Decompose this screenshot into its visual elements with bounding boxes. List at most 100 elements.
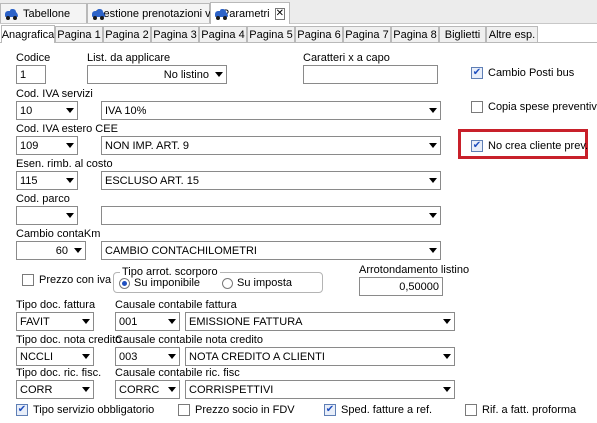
check-icon[interactable]: ✔	[471, 67, 483, 79]
cod-iva-servizi-desc-select[interactable]: IVA 10%	[101, 101, 441, 120]
causale-fattura-desc-select[interactable]: EMISSIONE FATTURA	[185, 312, 455, 331]
doc-tab-label: Parametri	[221, 7, 270, 20]
codice-field[interactable]: 1	[16, 65, 46, 84]
cambio-km-desc: CAMBIO CONTACHILOMETRI	[105, 244, 257, 257]
doc-tab-label: Tabellone	[23, 7, 71, 20]
chevron-down-icon[interactable]	[79, 313, 93, 330]
tipo-doc-nota-select[interactable]: NCCLI	[16, 347, 94, 366]
chevron-down-icon[interactable]	[426, 172, 440, 189]
checkbox-box[interactable]	[465, 404, 477, 416]
tab-pagina-4[interactable]: Pagina 4	[199, 26, 247, 42]
arrot-listino-field[interactable]: 0,50000	[359, 277, 443, 296]
chevron-down-icon[interactable]	[440, 381, 454, 398]
causale-fattura-code-select[interactable]: 001	[115, 312, 180, 331]
tab-pagina-6[interactable]: Pagina 6	[295, 26, 343, 42]
radio-su-imposta[interactable]: Su imposta	[222, 277, 292, 289]
cod-iva-estero-desc: NON IMP. ART. 9	[105, 139, 189, 152]
tab-altre-esp[interactable]: Altre esp.	[486, 26, 538, 42]
cod-iva-estero-code-select[interactable]: 109	[16, 136, 78, 155]
codice-value: 1	[20, 68, 27, 81]
tab-pagina-1[interactable]: Pagina 1	[55, 26, 103, 42]
causale-ric-desc-select[interactable]: CORRISPETTIVI	[185, 380, 455, 399]
chevron-down-icon[interactable]	[212, 66, 226, 83]
causale-fattura-desc: EMISSIONE FATTURA	[189, 315, 303, 328]
doc-tab-parametri[interactable]: Parametri ✕	[210, 2, 290, 24]
listino-value: No listino	[163, 68, 209, 81]
esen-rimb-label: Esen. rimb. al costo	[16, 158, 113, 170]
checkbox-label: Sped. fatture a ref.	[341, 404, 433, 416]
doc-tab-tabellone[interactable]: Tabellone	[0, 3, 87, 23]
tab-anagrafica[interactable]: Anagrafica	[1, 25, 55, 43]
arrot-listino-label: Arrotondamento listino	[359, 264, 470, 276]
tab-biglietti[interactable]: Biglietti	[439, 26, 486, 42]
tab-pagina-3[interactable]: Pagina 3	[151, 26, 199, 42]
tipo-doc-fattura-value: FAVIT	[20, 315, 50, 328]
causale-nota-desc: NOTA CREDITO A CLIENTI	[189, 350, 325, 363]
cod-iva-estero-label: Cod. IVA estero CEE	[16, 123, 118, 135]
checkbox-prezzo-con-iva[interactable]: Prezzo con iva	[22, 274, 111, 286]
checkbox-cambio-posti-bus[interactable]: ✔ Cambio Posti bus	[471, 67, 574, 79]
tipo-doc-fattura-select[interactable]: FAVIT	[16, 312, 94, 331]
checkbox-box[interactable]	[471, 101, 483, 113]
cambio-km-desc-select[interactable]: CAMBIO CONTACHILOMETRI	[101, 241, 441, 260]
checkbox-tipo-servizio-obbligatorio[interactable]: ✔ Tipo servizio obbligatorio	[16, 404, 154, 416]
cod-parco-code-select[interactable]	[16, 206, 78, 225]
arrot-listino-value: 0,50000	[399, 280, 439, 293]
causale-ric-code-select[interactable]: CORRC	[115, 380, 180, 399]
cambio-km-code-select[interactable]: 60	[16, 241, 86, 260]
listino-select[interactable]: No listino	[87, 65, 227, 84]
esen-rimb-desc-select[interactable]: ESCLUSO ART. 15	[101, 171, 441, 190]
checkbox-box[interactable]	[22, 274, 34, 286]
check-icon[interactable]: ✔	[471, 140, 483, 152]
checkbox-sped-fatture-ref[interactable]: ✔ Sped. fatture a ref.	[324, 404, 432, 416]
checkbox-copia-spese-preventivi[interactable]: Copia spese preventivi	[471, 101, 597, 113]
causale-nota-code-select[interactable]: 003	[115, 347, 180, 366]
tab-pagina-8[interactable]: Pagina 8	[391, 26, 439, 42]
checkbox-prezzo-socio-fdv[interactable]: Prezzo socio in FDV	[178, 404, 295, 416]
checkbox-box[interactable]	[178, 404, 190, 416]
checkbox-label: Prezzo con iva	[39, 274, 112, 286]
radio-selected-icon[interactable]	[119, 277, 130, 289]
causale-nota-desc-select[interactable]: NOTA CREDITO A CLIENTI	[185, 347, 455, 366]
chevron-down-icon[interactable]	[63, 137, 77, 154]
radio-su-imponibile[interactable]: Su imponibile	[119, 277, 200, 289]
radio-icon[interactable]	[222, 277, 233, 289]
cod-iva-servizi-code-select[interactable]: 10	[16, 101, 78, 120]
chevron-down-icon[interactable]	[165, 313, 179, 330]
chevron-down-icon[interactable]	[71, 242, 85, 259]
doc-tab-gestione-prenotazioni[interactable]: Gestione prenotazioni varia	[87, 3, 229, 23]
chevron-down-icon[interactable]	[426, 137, 440, 154]
chevron-down-icon[interactable]	[79, 348, 93, 365]
checkbox-label: Copia spese preventivi	[488, 101, 597, 113]
chevron-down-icon[interactable]	[63, 207, 77, 224]
tipo-doc-ric-select[interactable]: CORR	[16, 380, 94, 399]
radio-label: Su imponibile	[134, 277, 201, 289]
chevron-down-icon[interactable]	[440, 348, 454, 365]
radio-label: Su imposta	[237, 277, 293, 289]
check-icon[interactable]: ✔	[16, 404, 28, 416]
esen-rimb-code-select[interactable]: 115	[16, 171, 78, 190]
chevron-down-icon[interactable]	[165, 348, 179, 365]
chevron-down-icon[interactable]	[426, 207, 440, 224]
chevron-down-icon[interactable]	[426, 102, 440, 119]
tab-pagina-2[interactable]: Pagina 2	[103, 26, 151, 42]
chevron-down-icon[interactable]	[165, 381, 179, 398]
caratteri-field[interactable]	[303, 65, 438, 84]
tipo-doc-ric-label: Tipo doc. ric. fisc.	[16, 367, 102, 379]
close-icon[interactable]: ✕	[274, 7, 285, 20]
checkbox-no-crea-cliente-prev[interactable]: ✔ No crea cliente prev.	[471, 140, 588, 152]
chevron-down-icon[interactable]	[426, 242, 440, 259]
chevron-down-icon[interactable]	[79, 381, 93, 398]
chevron-down-icon[interactable]	[63, 102, 77, 119]
checkbox-label: Rif. a fatt. proforma	[482, 404, 577, 416]
chevron-down-icon[interactable]	[63, 172, 77, 189]
checkbox-label: Tipo servizio obbligatorio	[33, 404, 155, 416]
tab-pagina-5[interactable]: Pagina 5	[247, 26, 295, 42]
tab-pagina-7[interactable]: Pagina 7	[343, 26, 391, 42]
cod-iva-estero-desc-select[interactable]: NON IMP. ART. 9	[101, 136, 441, 155]
cod-parco-desc-select[interactable]	[101, 206, 441, 225]
cod-iva-servizi-desc: IVA 10%	[105, 104, 147, 117]
check-icon[interactable]: ✔	[324, 404, 336, 416]
chevron-down-icon[interactable]	[440, 313, 454, 330]
checkbox-rif-fatt-proforma[interactable]: Rif. a fatt. proforma	[465, 404, 576, 416]
